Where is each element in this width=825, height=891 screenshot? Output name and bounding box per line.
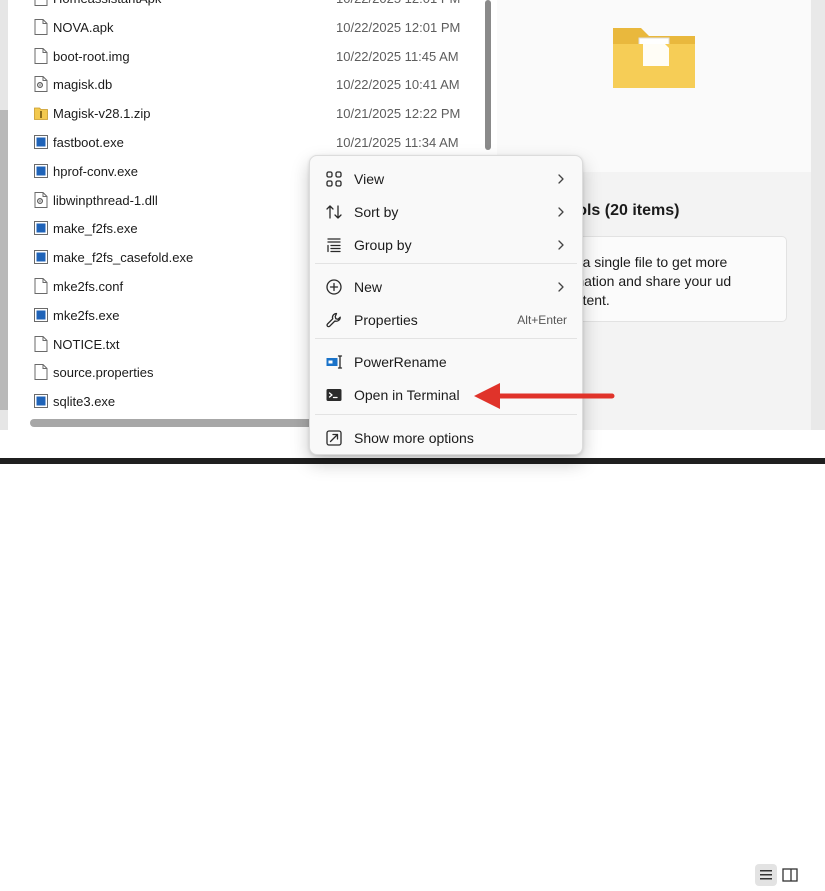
- file-name: magisk.db: [53, 77, 113, 93]
- file-name: mke2fs.conf: [53, 279, 124, 294]
- vertical-scrollbar-thumb[interactable]: [485, 0, 491, 150]
- list-view-icon: [760, 870, 772, 880]
- chevron-right-icon: [555, 279, 567, 295]
- menu-item-label: Show more options: [354, 430, 474, 446]
- exe-icon: [34, 249, 48, 265]
- file-date-modified: 10/22/2025 12:01 PM: [336, 19, 461, 35]
- file-name: make_f2fs_casefold.exe: [53, 250, 194, 266]
- window-right-border: [811, 0, 825, 430]
- menu-item-powerrename[interactable]: PowerRename: [315, 347, 577, 377]
- horizontal-scrollbar-thumb[interactable]: [30, 419, 330, 427]
- file-row[interactable]: Magisk-v28.1.zip 10/21/2025 12:22 PM: [8, 99, 483, 128]
- sort-icon: [325, 203, 343, 221]
- file-name: source.properties: [53, 365, 154, 381]
- generic-file-icon: [34, 47, 48, 64]
- menu-separator: [315, 414, 577, 415]
- menu-item-label: Sort by: [354, 204, 399, 220]
- menu-item-shortcut: Alt+Enter: [517, 313, 567, 327]
- file-name: boot-root.img: [53, 48, 130, 64]
- file-date-modified: 10/22/2025 12:01 PM: [336, 0, 460, 6]
- terminal-icon: [325, 386, 343, 404]
- file-date-modified: 10/22/2025 10:41 AM: [336, 77, 460, 93]
- file-name: mke2fs.exe: [53, 307, 120, 323]
- file-row[interactable]: fastboot.exe 10/21/2025 11:34 AM: [8, 128, 483, 157]
- chevron-right-icon: [555, 204, 567, 220]
- generic-file-icon: [34, 335, 48, 352]
- exe-icon: [34, 220, 48, 236]
- exe-icon: [34, 307, 48, 323]
- file-name: make_f2fs.exe: [53, 221, 138, 237]
- show-more-options-icon: [325, 429, 343, 447]
- wrench-icon: [325, 311, 343, 329]
- chevron-right-icon: [555, 171, 567, 187]
- menu-separator: [315, 263, 577, 264]
- menu-item-properties[interactable]: Properties Alt+Enter: [315, 305, 577, 335]
- menu-item-label: Properties: [354, 312, 418, 328]
- taskbar-edge: [0, 458, 825, 464]
- file-name: NOTICE.txt: [53, 336, 120, 352]
- generic-file-icon: [34, 0, 48, 6]
- annotation-arrow: [474, 383, 615, 409]
- details-view-button[interactable]: [755, 864, 777, 886]
- file-row[interactable]: boot-root.img 10/22/2025 11:45 AM: [8, 42, 483, 71]
- zip-folder-icon: [34, 105, 48, 121]
- file-date-modified: 10/21/2025 11:34 AM: [336, 135, 459, 150]
- exe-icon: [34, 393, 48, 409]
- generic-file-icon: [34, 278, 48, 294]
- menu-item-group-by[interactable]: Group by: [315, 230, 577, 260]
- menu-item-label: New: [354, 279, 383, 295]
- menu-item-label: PowerRename: [354, 354, 447, 370]
- file-date-modified: 10/22/2025 11:45 AM: [336, 48, 459, 64]
- file-name: HomeassistantApk: [53, 0, 161, 6]
- file-name: fastboot.exe: [53, 135, 124, 150]
- file-name: Magisk-v28.1.zip: [53, 106, 151, 122]
- menu-item-new[interactable]: New: [315, 272, 577, 302]
- preview-pane-icon: [782, 868, 798, 882]
- folder-preview-icon: [613, 28, 695, 88]
- preview-area: [497, 0, 811, 172]
- preview-view-button[interactable]: [779, 864, 801, 886]
- file-row[interactable]: HomeassistantApk 10/22/2025 12:01 PM: [8, 0, 483, 13]
- menu-item-label: Open in Terminal: [354, 387, 460, 403]
- file-name: sqlite3.exe: [53, 394, 116, 410]
- group-by-icon: [325, 236, 343, 254]
- generic-file-icon: [34, 364, 48, 381]
- menu-item-view[interactable]: View: [315, 164, 577, 194]
- menu-item-sort-by[interactable]: Sort by: [315, 197, 577, 227]
- menu-item-show-more-options[interactable]: Show more options: [315, 423, 577, 453]
- details-info-card: ect a single file to get more ormation a…: [547, 236, 787, 322]
- file-name: hprof-conv.exe: [53, 163, 139, 179]
- menu-item-label: View: [354, 171, 385, 187]
- file-name: libwinpthread-1.dll: [53, 192, 158, 208]
- grid-view-icon: [325, 170, 343, 188]
- menu-item-label: Group by: [354, 237, 412, 253]
- details-info-text: ect a single file to get more ormation a…: [560, 254, 732, 308]
- window-left-shadow: [0, 110, 8, 410]
- menu-separator: [315, 338, 577, 339]
- settings-file-icon: [34, 191, 48, 208]
- file-row[interactable]: NOVA.apk 10/22/2025 12:01 PM: [8, 13, 483, 42]
- file-name: NOVA.apk: [53, 19, 114, 35]
- vertical-scrollbar[interactable]: [483, 0, 493, 150]
- exe-icon: [34, 163, 48, 179]
- plus-circle-icon: [325, 278, 343, 296]
- exe-icon: [34, 134, 48, 150]
- chevron-right-icon: [555, 237, 567, 253]
- file-date-modified: 10/21/2025 12:22 PM: [336, 106, 461, 122]
- settings-file-icon: [34, 76, 48, 93]
- generic-file-icon: [34, 18, 48, 35]
- powerrename-icon: [325, 353, 343, 371]
- file-row[interactable]: magisk.db 10/22/2025 10:41 AM: [8, 70, 483, 99]
